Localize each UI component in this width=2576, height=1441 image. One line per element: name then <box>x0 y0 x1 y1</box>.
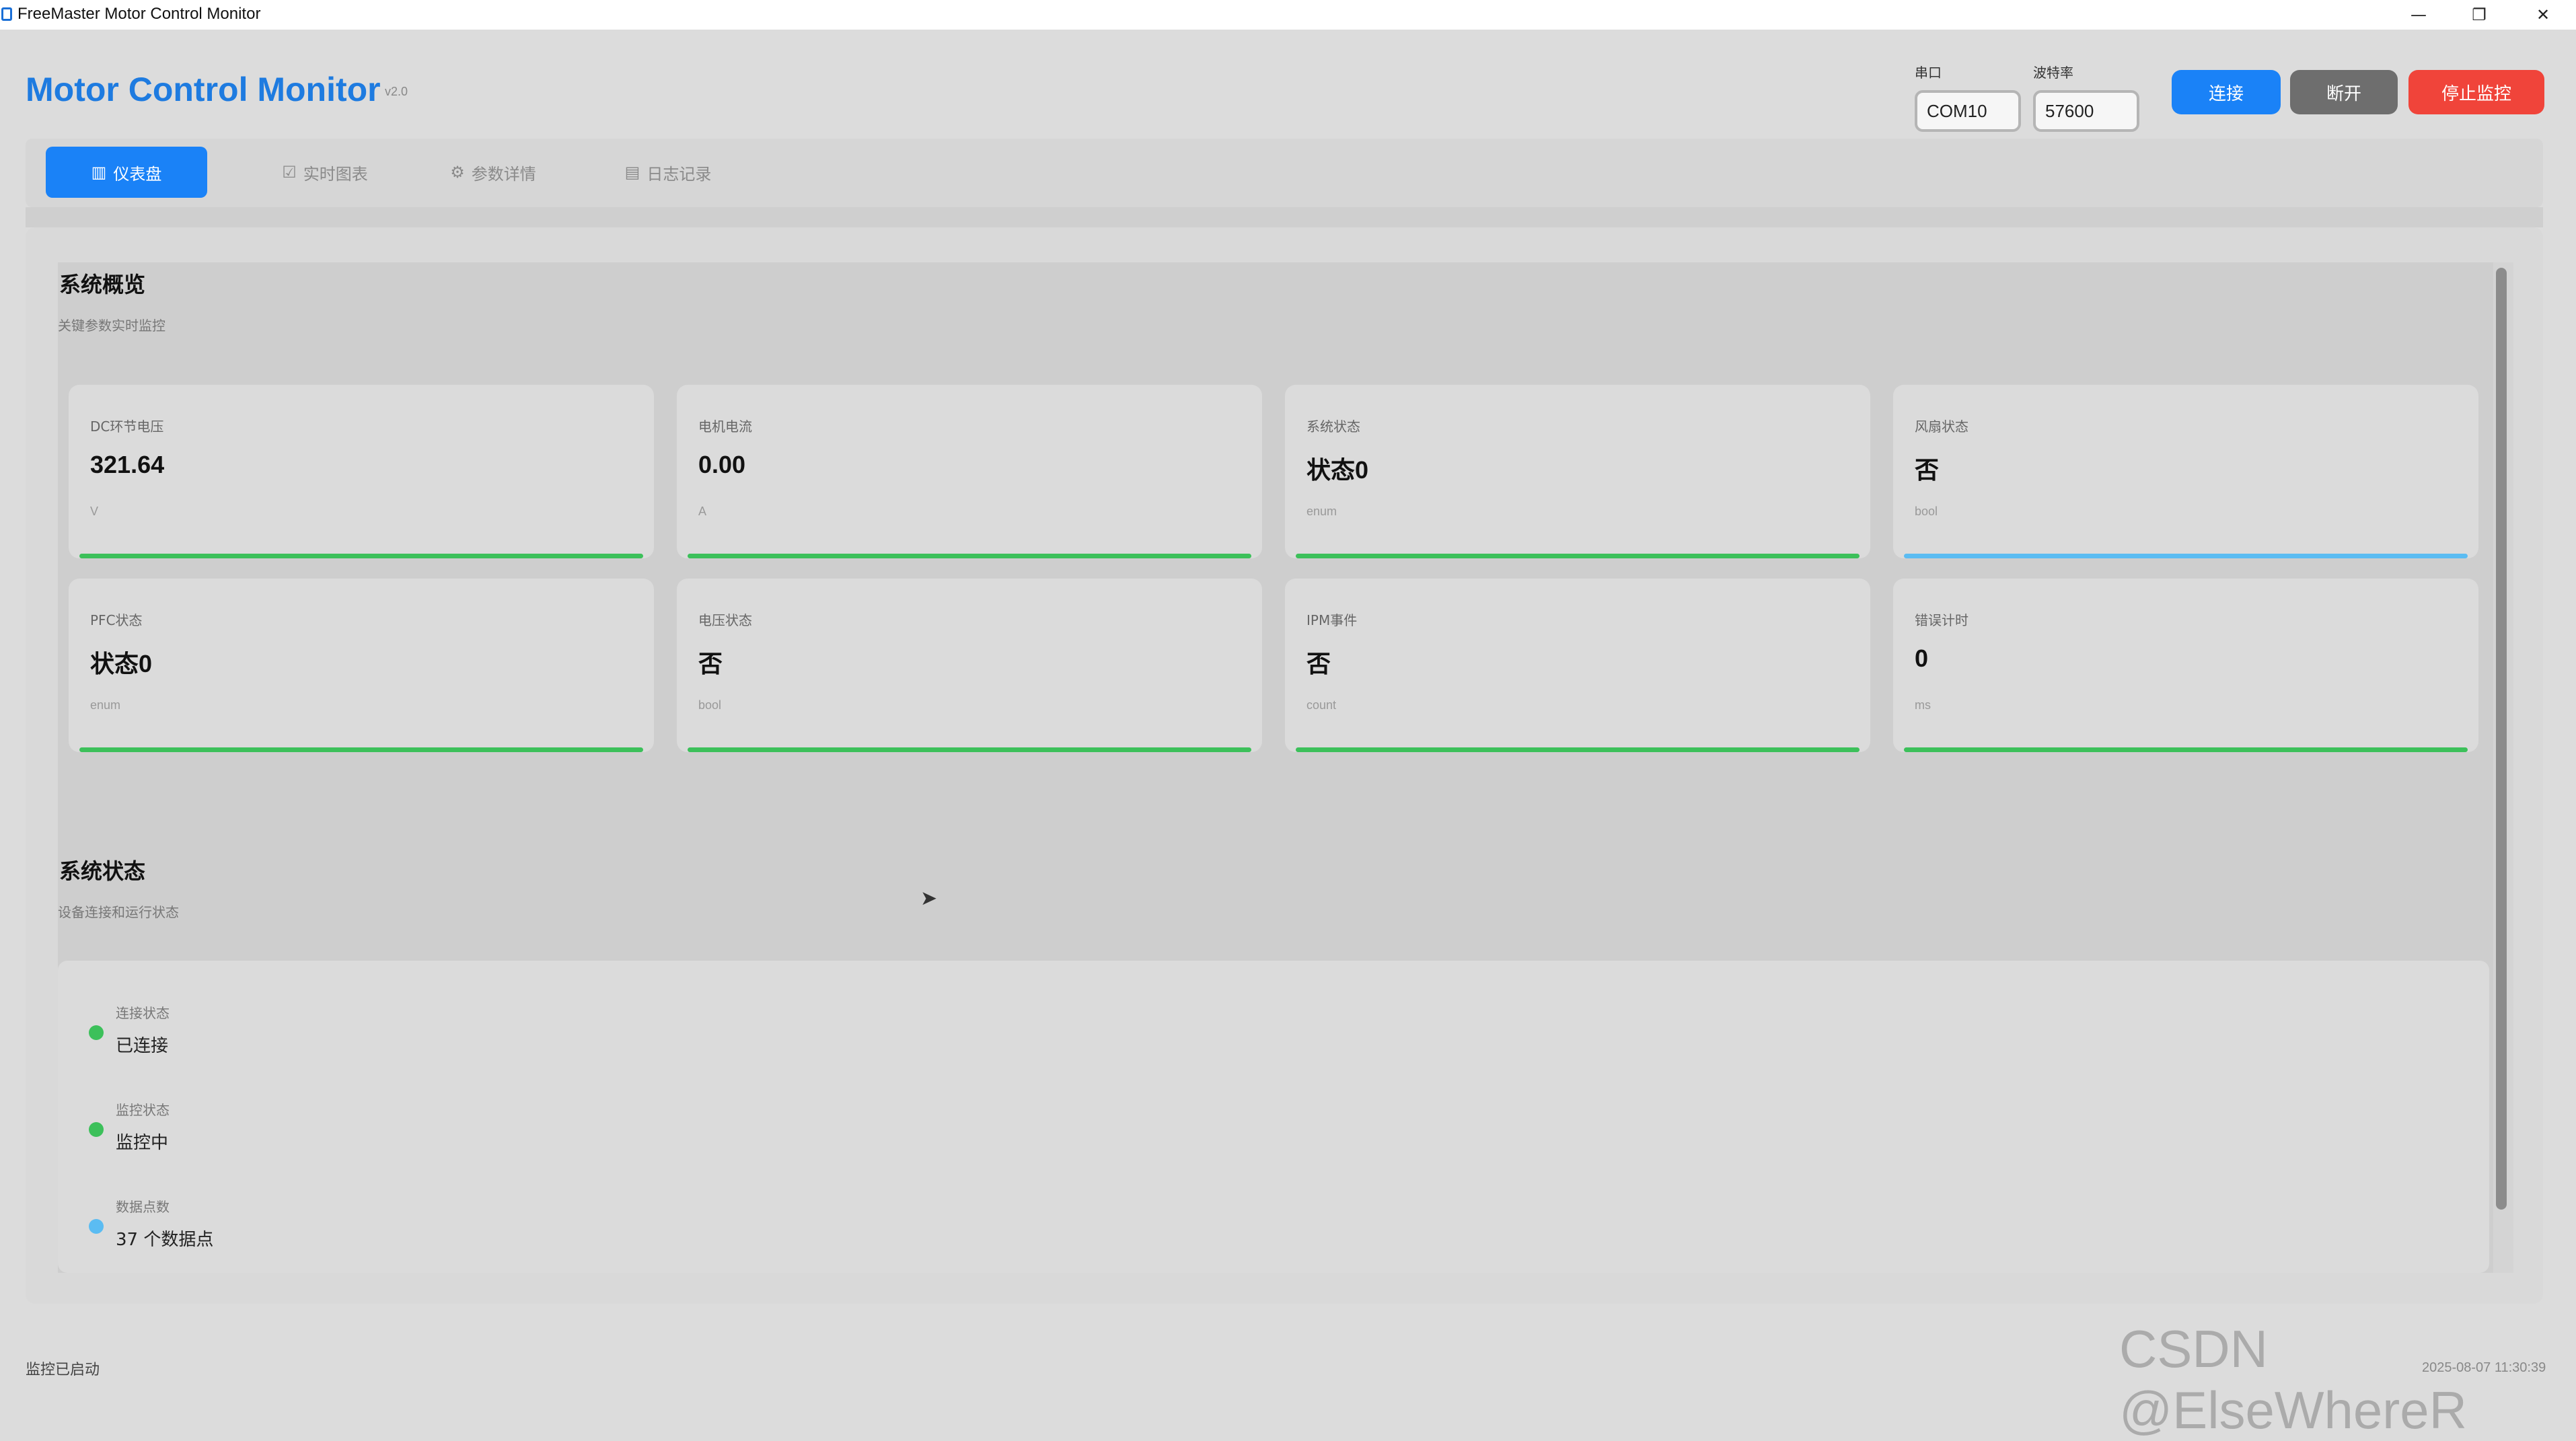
status-label: 数据点数 <box>116 1199 170 1215</box>
metric-unit: bool <box>698 698 722 712</box>
metric-value: 状态0 <box>90 650 153 677</box>
status-dot <box>89 1025 104 1040</box>
metric-unit: V <box>90 505 99 518</box>
close-button[interactable]: ✕ <box>2516 0 2570 30</box>
watermark: CSDN @ElseWhereR <box>2119 1319 2467 1440</box>
metric-unit: enum <box>1307 505 1337 518</box>
metric-status-bar <box>79 554 643 558</box>
metric-unit: bool <box>1915 505 1938 518</box>
app-title: Motor Control Monitor <box>26 71 381 108</box>
metric-status-bar <box>688 747 1251 752</box>
status-value: 37 个数据点 <box>116 1230 214 1250</box>
metric-label: 错误计时 <box>1915 612 1968 628</box>
metric-label: 系统状态 <box>1307 418 1360 435</box>
metric-status-bar <box>1296 747 1860 752</box>
status-label: 监控状态 <box>116 1102 170 1118</box>
metric-unit: ms <box>1915 698 1931 712</box>
status-row-connection: 连接状态 已连接 <box>58 1002 462 1076</box>
metric-card-pfc-state: PFC状态 状态0 enum <box>69 579 654 752</box>
tab-dashboard[interactable]: ▥ 仪表盘 <box>46 147 207 198</box>
metric-value: 321.64 <box>90 451 165 478</box>
metric-label: IPM事件 <box>1307 612 1358 628</box>
overview-title: 系统概览 <box>59 272 146 297</box>
status-value: 已连接 <box>116 1036 169 1056</box>
metric-status-bar <box>79 747 643 752</box>
status-label: 连接状态 <box>116 1005 170 1021</box>
document-icon: ▤ <box>624 163 640 182</box>
metric-unit: count <box>1307 698 1337 712</box>
system-status-title: 系统状态 <box>59 858 146 884</box>
status-bar-text: 监控已启动 <box>26 1362 100 1378</box>
baud-label: 波特率 <box>2033 65 2073 81</box>
tab-parameters[interactable]: ⚙ 参数详情 <box>416 147 571 198</box>
metric-card-error-timer: 错误计时 0 ms <box>1893 579 2478 752</box>
status-dot <box>89 1122 104 1137</box>
metric-status-bar <box>688 554 1251 558</box>
gear-icon: ⚙ <box>450 163 465 182</box>
window-title: FreeMaster Motor Control Monitor <box>17 5 261 23</box>
minimize-button[interactable]: — <box>2392 0 2445 30</box>
status-row-datapoints: 数据点数 37 个数据点 <box>58 1196 462 1270</box>
bar-chart-icon: ▥ <box>91 163 107 182</box>
metric-card-motor-current: 电机电流 0.00 A <box>677 385 1262 558</box>
baud-input[interactable] <box>2033 90 2139 132</box>
mouse-cursor-icon: ➤ <box>920 887 938 910</box>
app-icon <box>1 7 12 21</box>
disconnect-button[interactable]: 断开 <box>2290 70 2398 114</box>
metric-value: 否 <box>1915 456 1940 484</box>
metric-unit: enum <box>90 698 121 712</box>
tab-logs[interactable]: ▤ 日志记录 <box>591 147 745 198</box>
restore-button[interactable]: ❐ <box>2452 0 2506 30</box>
stop-monitor-button[interactable]: 停止监控 <box>2408 70 2544 114</box>
metric-value: 否 <box>698 650 723 677</box>
status-row-monitoring: 监控状态 监控中 <box>58 1099 462 1173</box>
metric-unit: A <box>698 505 707 518</box>
metric-label: 电机电流 <box>698 418 752 435</box>
metric-label: 电压状态 <box>698 612 752 628</box>
tab-label: 实时图表 <box>303 164 368 184</box>
checkbox-chart-icon: ☑ <box>282 163 297 182</box>
metric-value: 0 <box>1915 644 1929 672</box>
metric-label: PFC状态 <box>90 612 143 628</box>
metric-status-bar <box>1904 747 2468 752</box>
metric-card-ipm-event: IPM事件 否 count <box>1285 579 1870 752</box>
tab-label: 日志记录 <box>647 164 712 184</box>
metric-label: 风扇状态 <box>1915 418 1968 435</box>
system-status-subtitle: 设备连接和运行状态 <box>58 904 179 920</box>
metric-status-bar <box>1904 554 2468 558</box>
system-status-panel: 连接状态 已连接 监控状态 监控中 数据点数 37 个数据点 <box>58 961 2489 1273</box>
tab-divider <box>26 207 2543 227</box>
metric-value: 0.00 <box>698 451 746 478</box>
overview-subtitle: 关键参数实时监控 <box>58 318 165 334</box>
metric-value: 状态0 <box>1307 456 1369 484</box>
metric-value: 否 <box>1307 650 1331 677</box>
metric-card-voltage-state: 电压状态 否 bool <box>677 579 1262 752</box>
metric-card-dc-voltage: DC环节电压 321.64 V <box>69 385 654 558</box>
metric-label: DC环节电压 <box>90 418 164 435</box>
connect-button[interactable]: 连接 <box>2172 70 2281 114</box>
port-label: 串口 <box>1915 65 1942 81</box>
tab-label: 仪表盘 <box>113 164 162 184</box>
app-version: v2.0 <box>385 85 408 98</box>
tab-bar: ▥ 仪表盘 ☑ 实时图表 ⚙ 参数详情 ▤ 日志记录 <box>26 139 2543 207</box>
tab-label: 参数详情 <box>471 164 536 184</box>
window-titlebar: FreeMaster Motor Control Monitor — ❐ ✕ <box>0 0 2576 30</box>
metric-card-system-state: 系统状态 状态0 enum <box>1285 385 1870 558</box>
metric-card-fan-state: 风扇状态 否 bool <box>1893 385 2478 558</box>
tab-realtime-chart[interactable]: ☑ 实时图表 <box>248 147 402 198</box>
status-value: 监控中 <box>116 1133 169 1153</box>
status-dot <box>89 1219 104 1234</box>
metric-status-bar <box>1296 554 1860 558</box>
port-input[interactable] <box>1915 90 2021 132</box>
scrollbar-thumb[interactable] <box>2496 268 2507 1210</box>
status-timestamp: 2025-08-07 11:30:39 <box>2422 1360 2546 1375</box>
